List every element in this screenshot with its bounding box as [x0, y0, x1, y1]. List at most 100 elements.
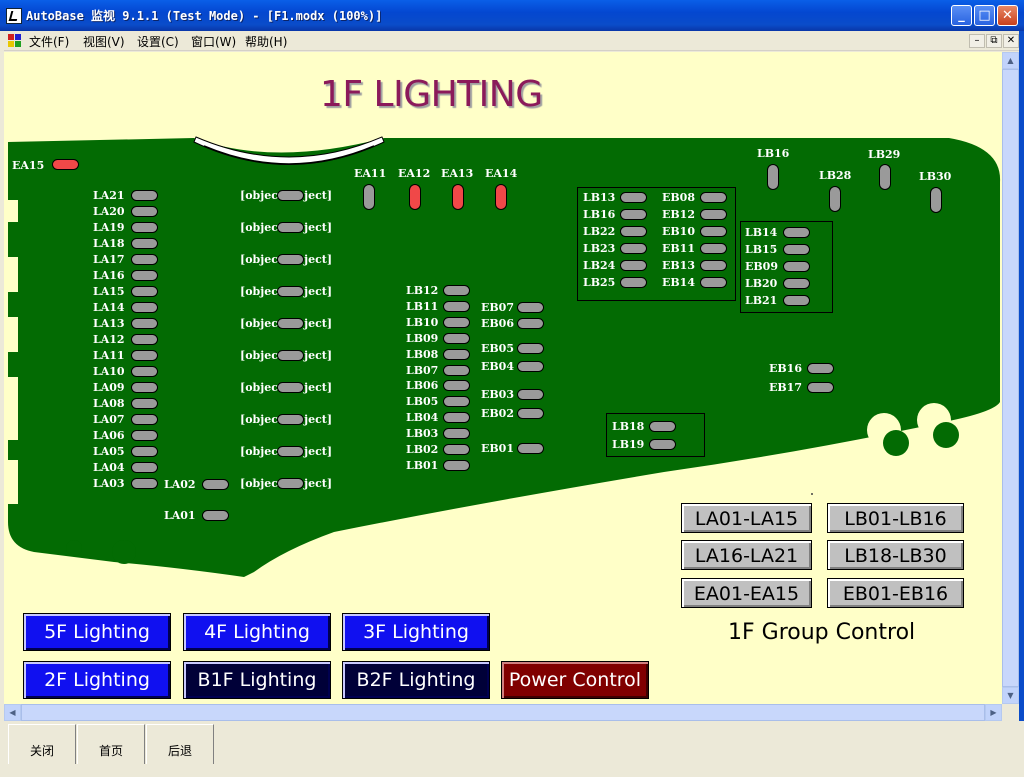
lamp-eb10[interactable]: [700, 226, 727, 237]
nav-4f-lighting-button[interactable]: 4F Lighting: [183, 613, 331, 651]
lamp-eb08[interactable]: [700, 192, 727, 203]
lamp-la05[interactable]: [131, 446, 158, 457]
lamp-la14[interactable]: [131, 302, 158, 313]
lamp-lb19[interactable]: [649, 439, 676, 450]
scroll-down-icon[interactable]: ▼: [1002, 687, 1019, 704]
close-page-button[interactable]: 关闭: [8, 724, 76, 764]
minimize-button[interactable]: _: [951, 5, 972, 26]
maximize-button[interactable]: □: [974, 5, 995, 26]
lamp-lb01[interactable]: [443, 460, 470, 471]
lamp-lb06[interactable]: [443, 380, 470, 391]
lamp-la01[interactable]: [202, 510, 229, 521]
lamp-ea09[interactable]: [277, 222, 304, 233]
lamp-la13[interactable]: [131, 318, 158, 329]
vertical-scroll-thumb[interactable]: [1002, 69, 1019, 687]
group-la16-la21-button[interactable]: LA16-LA21: [681, 540, 812, 570]
lamp-la18[interactable]: [131, 238, 158, 249]
lamp-eb11[interactable]: [700, 243, 727, 254]
close-button[interactable]: ✕: [997, 5, 1018, 26]
nav-b1f-lighting-button[interactable]: B1F Lighting: [183, 661, 331, 699]
nav-power-control-button[interactable]: Power Control: [501, 661, 649, 699]
nav-3f-lighting-button[interactable]: 3F Lighting: [342, 613, 490, 651]
lamp-lb18[interactable]: [649, 421, 676, 432]
lamp-ea04[interactable]: [277, 382, 304, 393]
lamp-lb22[interactable]: [620, 226, 647, 237]
mdi-minimize-button[interactable]: –: [969, 34, 985, 48]
mdi-restore-button[interactable]: ⧉: [986, 34, 1002, 48]
lamp-la20[interactable]: [131, 206, 158, 217]
lamp-ea15[interactable]: [52, 159, 79, 170]
lamp-eb01[interactable]: [517, 443, 544, 454]
lamp-lb25[interactable]: [620, 277, 647, 288]
lamp-eb13[interactable]: [700, 260, 727, 271]
lamp-ea12[interactable]: [409, 184, 421, 210]
lamp-lb12[interactable]: [443, 285, 470, 296]
lamp-lb16-top[interactable]: [767, 164, 779, 190]
lamp-la17[interactable]: [131, 254, 158, 265]
lamp-ea03[interactable]: [277, 414, 304, 425]
lamp-la03[interactable]: [131, 478, 158, 489]
lamp-lb10[interactable]: [443, 317, 470, 328]
lamp-eb16[interactable]: [807, 363, 834, 374]
lamp-lb14[interactable]: [783, 227, 810, 238]
lamp-eb12[interactable]: [700, 209, 727, 220]
lamp-lb08[interactable]: [443, 349, 470, 360]
lamp-lb03[interactable]: [443, 428, 470, 439]
lamp-eb03[interactable]: [517, 389, 544, 400]
lamp-ea11[interactable]: [363, 184, 375, 210]
lamp-lb11[interactable]: [443, 301, 470, 312]
lamp-la07[interactable]: [131, 414, 158, 425]
lamp-la04[interactable]: [131, 462, 158, 473]
lamp-lb30[interactable]: [930, 187, 942, 213]
horizontal-scrollbar[interactable]: ◀ ▶: [4, 704, 1002, 721]
lamp-eb05[interactable]: [517, 343, 544, 354]
lamp-lb21[interactable]: [783, 295, 810, 306]
nav-5f-lighting-button[interactable]: 5F Lighting: [23, 613, 171, 651]
lamp-lb09[interactable]: [443, 333, 470, 344]
lamp-lb28[interactable]: [829, 186, 841, 212]
lamp-la16[interactable]: [131, 270, 158, 281]
vertical-scrollbar[interactable]: ▲ ▼: [1002, 52, 1019, 704]
menu-view[interactable]: 视图(V): [83, 33, 125, 50]
lamp-lb04[interactable]: [443, 412, 470, 423]
lamp-ea08[interactable]: [277, 254, 304, 265]
lamp-ea05[interactable]: [277, 350, 304, 361]
group-lb18-lb30-button[interactable]: LB18-LB30: [827, 540, 964, 570]
lamp-lb15[interactable]: [783, 244, 810, 255]
lamp-ea07[interactable]: [277, 286, 304, 297]
lamp-la19[interactable]: [131, 222, 158, 233]
lamp-la08[interactable]: [131, 398, 158, 409]
scroll-left-icon[interactable]: ◀: [4, 704, 21, 721]
lamp-la12[interactable]: [131, 334, 158, 345]
app-icon[interactable]: [6, 8, 22, 24]
lamp-la15[interactable]: [131, 286, 158, 297]
scroll-up-icon[interactable]: ▲: [1002, 52, 1019, 69]
back-button[interactable]: 后退: [146, 724, 214, 764]
lamp-eb04[interactable]: [517, 361, 544, 372]
lamp-la09[interactable]: [131, 382, 158, 393]
mdi-close-button[interactable]: ✕: [1003, 34, 1019, 48]
lamp-la06[interactable]: [131, 430, 158, 441]
horizontal-scroll-thumb[interactable]: [21, 704, 985, 721]
lamp-ea01[interactable]: [277, 478, 304, 489]
lamp-eb07[interactable]: [517, 302, 544, 313]
lamp-eb09[interactable]: [783, 261, 810, 272]
lamp-la10[interactable]: [131, 366, 158, 377]
lamp-lb23[interactable]: [620, 243, 647, 254]
lamp-ea14[interactable]: [495, 184, 507, 210]
lamp-eb06[interactable]: [517, 318, 544, 329]
menu-settings[interactable]: 设置(C): [137, 33, 179, 50]
group-eb01-eb16-button[interactable]: EB01-EB16: [827, 578, 964, 608]
group-la01-la15-button[interactable]: LA01-LA15: [681, 503, 812, 533]
lamp-ea02[interactable]: [277, 446, 304, 457]
lamp-lb13[interactable]: [620, 192, 647, 203]
lamp-eb17[interactable]: [807, 382, 834, 393]
lamp-ea10[interactable]: [277, 190, 304, 201]
nav-b2f-lighting-button[interactable]: B2F Lighting: [342, 661, 490, 699]
lamp-ea13[interactable]: [452, 184, 464, 210]
menu-help[interactable]: 帮助(H): [245, 33, 287, 50]
menu-window[interactable]: 窗口(W): [191, 33, 236, 50]
lamp-lb07[interactable]: [443, 365, 470, 376]
lamp-la02[interactable]: [202, 479, 229, 490]
lamp-la11[interactable]: [131, 350, 158, 361]
